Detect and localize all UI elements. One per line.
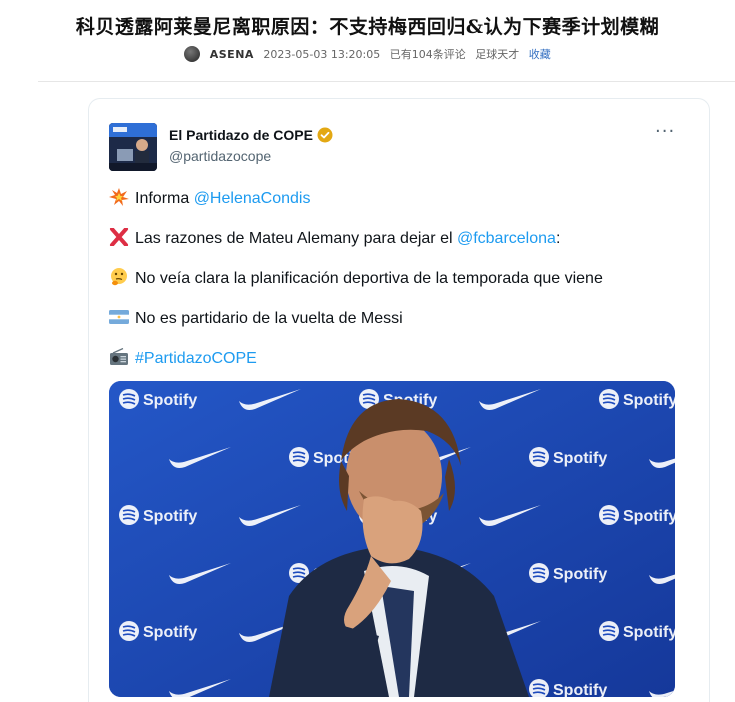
- collision-icon: [109, 188, 129, 206]
- tweet-line-5: #PartidazoCOPE: [109, 348, 257, 368]
- svg-text:Spotify: Spotify: [553, 682, 607, 697]
- tweet-handle[interactable]: @partidazocope: [169, 148, 271, 164]
- tweet-line-4-text: No es partidario de la vuelta de Messi: [135, 310, 403, 327]
- argentina-flag-icon: [109, 310, 129, 324]
- tweet-avatar[interactable]: [109, 123, 157, 171]
- svg-text:Spotify: Spotify: [553, 450, 607, 467]
- press-conference-photo: Spotify Spotify Spotify Spotify Spotify Spoti…: [109, 381, 675, 697]
- tweet-line-4: No es partidario de la vuelta de Messi: [109, 308, 403, 328]
- radio-icon: [110, 348, 128, 365]
- favorite-button[interactable]: 收藏: [529, 48, 551, 61]
- spotify-logo: Spotify: [599, 505, 675, 525]
- divider: [38, 81, 735, 82]
- mention-helenacondis-link[interactable]: @HelenaCondis: [194, 190, 311, 207]
- spotify-logo: Spotify: [529, 447, 607, 467]
- tweet-line-2-text: Las razones de Mateu Alemany para dejar …: [135, 230, 457, 247]
- tweet-line-3: No veía clara la planificación deportiva…: [109, 268, 603, 288]
- hashtag-partidazocope-link[interactable]: #PartidazoCOPE: [135, 350, 257, 367]
- spotify-logo: Spotify: [529, 679, 607, 697]
- author-avatar[interactable]: [184, 46, 201, 62]
- tweet-line-1: Informa @HelenaCondis: [109, 188, 310, 208]
- svg-text:Spotify: Spotify: [553, 566, 607, 583]
- mention-fcbarcelona-link[interactable]: @fcbarcelona: [457, 230, 556, 247]
- spotify-logo: Spotify: [599, 389, 675, 409]
- svg-text:Spotify: Spotify: [623, 392, 675, 409]
- comment-count[interactable]: 已有104条评论: [390, 48, 466, 61]
- tweet-line-2: Las razones de Mateu Alemany para dejar …: [109, 228, 560, 248]
- verified-badge-icon: [317, 127, 333, 143]
- spotify-logo: Spotify: [119, 505, 197, 525]
- tweet-line-2-after: :: [555, 230, 561, 247]
- svg-text:Spotify: Spotify: [623, 508, 675, 525]
- more-options-icon[interactable]: ···: [655, 123, 675, 141]
- author-name[interactable]: ASENA: [210, 48, 254, 61]
- tweet-line-1-text: Informa: [135, 190, 194, 207]
- spotify-logo: Spotify: [529, 563, 607, 583]
- tweet-line-3-text: No veía clara la planificación deportiva…: [135, 270, 603, 287]
- tweet-author-name[interactable]: El Partidazo de COPE: [169, 127, 313, 143]
- tweet-photo[interactable]: Spotify Spotify Spotify Spotify Spotify Spoti…: [109, 381, 675, 697]
- svg-text:Spotify: Spotify: [143, 392, 197, 409]
- thinking-face-icon: [111, 268, 127, 286]
- source-site[interactable]: 足球天才: [475, 48, 519, 61]
- article-title: 科贝透露阿莱曼尼离职原因：不支持梅西回归&认为下赛季计划模糊: [75, 16, 660, 38]
- embedded-tweet: El Partidazo de COPE @partidazocope ··· …: [88, 98, 710, 702]
- tweet-author[interactable]: El Partidazo de COPE: [169, 127, 333, 143]
- svg-text:Spotify: Spotify: [143, 624, 197, 641]
- publish-datetime: 2023-05-03 13:20:05: [263, 47, 381, 61]
- spotify-logo: Spotify: [599, 621, 675, 641]
- article-meta: ASENA 2023-05-03 13:20:05 已有104条评论 足球天才 …: [0, 46, 735, 62]
- spotify-logo: Spotify: [119, 389, 197, 409]
- cross-mark-icon: [110, 228, 128, 246]
- svg-text:Spotify: Spotify: [143, 508, 197, 525]
- svg-text:Spotify: Spotify: [623, 624, 675, 641]
- spotify-logo: Spotify: [119, 621, 197, 641]
